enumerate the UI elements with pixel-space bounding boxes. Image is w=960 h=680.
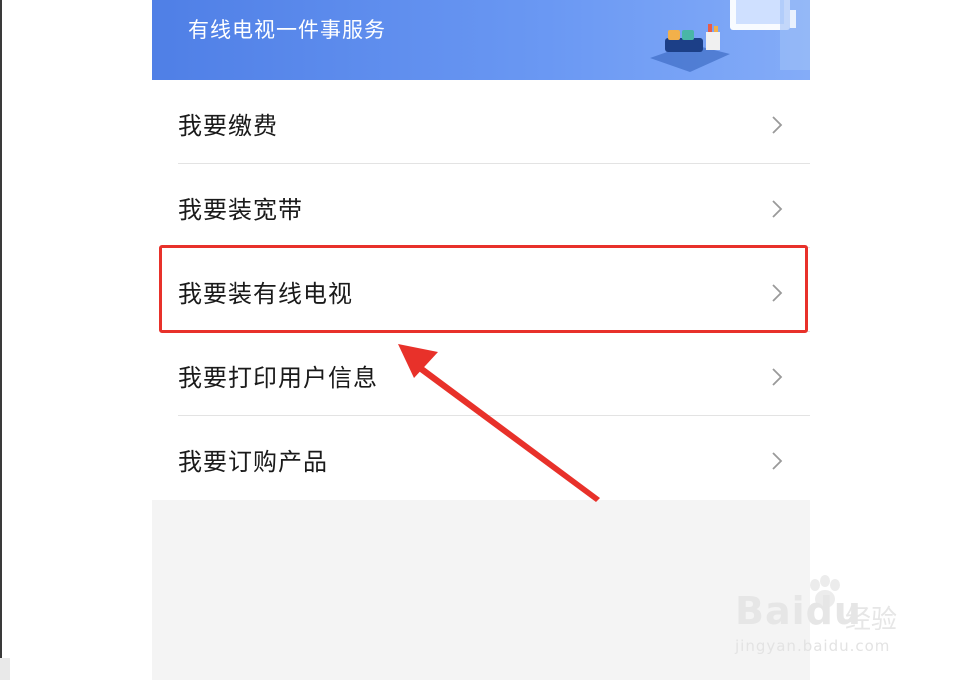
menu-item-label: 我要订购产品 (178, 448, 328, 476)
menu-item-pay[interactable]: 我要缴费 (152, 80, 810, 164)
watermark-sub: 经验 (845, 605, 898, 635)
menu-item-broadband[interactable]: 我要装宽带 (152, 164, 810, 248)
chevron-right-icon (772, 368, 783, 386)
chevron-right-icon (772, 452, 783, 470)
baidu-jingyan-watermark: Baidu 经验 jingyan.baidu.com (735, 575, 950, 665)
annotation-highlight-box (159, 245, 808, 333)
tv-living-room-illustration (650, 0, 810, 72)
chevron-right-icon (772, 116, 783, 134)
menu-item-label: 我要装宽带 (178, 196, 303, 224)
watermark-logo: Baidu (735, 589, 862, 633)
annotation-arrow-icon (398, 344, 600, 502)
window-edge (0, 0, 2, 680)
service-banner: 有线电视一件事服务 (152, 0, 810, 80)
menu-item-label: 我要打印用户信息 (178, 364, 378, 392)
menu-item-label: 我要缴费 (178, 112, 278, 140)
window-edge-foot (0, 658, 10, 680)
banner-title: 有线电视一件事服务 (188, 18, 386, 42)
chevron-right-icon (772, 200, 783, 218)
watermark-url: jingyan.baidu.com (735, 637, 891, 655)
